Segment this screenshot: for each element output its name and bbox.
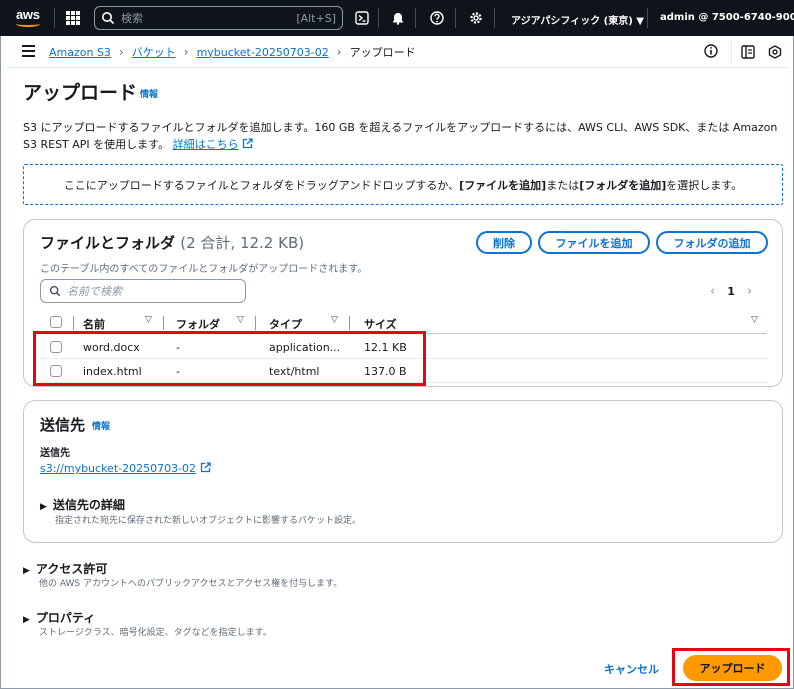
caret-right-icon: ▶ (23, 566, 30, 576)
search-placeholder: 検索 (121, 12, 143, 25)
permissions-toggle[interactable]: ▶ アクセス許可 (23, 560, 107, 577)
destination-path: s3://mybucket-20250703-02 (40, 462, 197, 475)
dropzone-text-before: ここにアップロードするファイルとフォルダをドラッグアンドドロップするか、 (63, 178, 460, 192)
nav-divider (54, 8, 55, 28)
cloudshell-icon[interactable] (353, 9, 371, 27)
region-selector[interactable]: アジアパシフィック (東京) ▼ (511, 12, 644, 27)
page-description: S3 にアップロードするファイルとフォルダを追加します。160 GB を超えるフ… (23, 119, 778, 153)
global-search-input[interactable]: 検索 [Alt+S] (94, 6, 343, 30)
info-circle-icon[interactable] (702, 42, 720, 60)
top-navigation: aws 検索 [Alt+S] アジアパシフィック (東京) ▼ admin @ … (0, 0, 794, 36)
sort-caret-icon[interactable]: ▽ (237, 315, 244, 325)
column-folder[interactable]: フォルダ (176, 316, 220, 332)
select-all-checkbox[interactable] (50, 316, 62, 328)
destination-info-link[interactable]: 情報 (92, 419, 110, 432)
file-drop-zone[interactable]: ここにアップロードするファイルとフォルダをドラッグアンドドロップするか、 [ファイ… (23, 164, 783, 205)
permissions-desc: 他の AWS アカウントへのパブリックアクセスとアクセス権を付与します。 (39, 579, 343, 589)
help-icon[interactable] (428, 9, 446, 27)
nav-divider (494, 8, 495, 28)
column-divider (163, 316, 164, 330)
cancel-button[interactable]: キャンセル (604, 661, 659, 677)
sort-caret-icon[interactable]: ▽ (751, 315, 758, 325)
settings-gear-icon[interactable] (467, 9, 485, 27)
remove-button[interactable]: 削除 (476, 231, 532, 254)
destination-path-link[interactable]: s3://mybucket-20250703-02 (40, 462, 211, 475)
aws-logo[interactable]: aws (12, 5, 46, 31)
destination-panel: 送信先 情報 送信先 s3://mybucket-20250703-02 ▶ 送信… (23, 400, 783, 543)
breadcrumb-buckets[interactable]: バケット (132, 44, 176, 60)
breadcrumb-bucket[interactable]: mybucket-20250703-02 (197, 46, 329, 59)
destination-details-title: 送信先の詳細 (52, 498, 125, 512)
name-filter-input[interactable]: 名前で検索 (40, 279, 246, 303)
properties-toggle[interactable]: ▶ プロパティ (23, 609, 95, 626)
description-text: S3 にアップロードするファイルとフォルダを追加します。160 GB を超えるフ… (23, 121, 778, 151)
aws-smile-icon (16, 21, 40, 27)
dropzone-middle: または (546, 178, 580, 192)
breadcrumb-current: アップロード (349, 46, 416, 59)
breadcrumb: Amazon S3 › バケット › mybucket-20250703-02 … (49, 44, 416, 60)
highlight-box-files (33, 331, 426, 386)
nav-divider (455, 8, 456, 28)
search-shortcut: [Alt+S] (296, 11, 336, 25)
account-menu[interactable]: admin @ 7500-6740-9009 ▼ (660, 12, 794, 23)
breadcrumb-amazon-s3[interactable]: Amazon S3 (49, 46, 111, 59)
sort-caret-icon[interactable]: ▽ (145, 315, 152, 325)
destination-details-desc: 指定された宛先に保存された新しいオブジェクトに影響するバケット設定。 (55, 516, 362, 526)
nav-divider (415, 8, 416, 28)
aws-logo-text: aws (16, 7, 40, 22)
files-title: ファイルとフォルダ (2 合計, 12.2 KB) (40, 232, 304, 253)
page-number[interactable]: 1 (727, 285, 735, 298)
caret-right-icon: ▶ (23, 615, 30, 625)
files-title-text: ファイルとフォルダ (40, 234, 176, 252)
external-link-icon (242, 138, 253, 149)
hexagon-settings-icon[interactable] (766, 43, 784, 61)
column-type[interactable]: タイプ (269, 316, 302, 332)
chevron-left-icon[interactable]: ‹ (710, 284, 715, 299)
title-info-link[interactable]: 情報 (140, 87, 158, 100)
pagination: ‹ 1 › (710, 284, 752, 299)
search-icon (49, 285, 61, 297)
files-count: (2 合計, 12.2 KB) (180, 234, 305, 252)
caret-right-icon: ▶ (40, 502, 47, 512)
column-divider (73, 316, 74, 330)
column-size[interactable]: サイズ (364, 316, 397, 332)
nav-divider (647, 8, 648, 28)
column-name[interactable]: 名前 (83, 316, 105, 332)
dropzone-add-files: [ファイルを追加] (459, 178, 547, 192)
add-files-button[interactable]: ファイルを追加 (538, 231, 650, 254)
files-subtitle: このテーブル内のすべてのファイルとフォルダがアップロードされます。 (40, 264, 368, 275)
filter-placeholder: 名前で検索 (67, 285, 122, 298)
destination-title: 送信先 (40, 416, 86, 434)
add-folder-button[interactable]: フォルダの追加 (656, 231, 768, 254)
dropzone-add-folder: [フォルダを追加] (579, 178, 667, 192)
column-divider (255, 316, 256, 330)
chevron-right-icon: › (183, 45, 189, 59)
nav-divider (378, 8, 379, 28)
permissions-title: アクセス許可 (35, 562, 108, 576)
chevron-right-icon: › (118, 45, 124, 59)
notifications-bell-icon[interactable] (389, 9, 407, 27)
page-title: アップロード (23, 82, 138, 104)
search-icon (102, 12, 115, 25)
chevron-right-icon: › (336, 45, 342, 59)
sort-caret-icon[interactable]: ▽ (331, 315, 338, 325)
properties-title: プロパティ (35, 611, 96, 625)
learn-more-link[interactable]: 詳細はこちら (173, 138, 239, 151)
dropzone-text-after: を選択します。 (666, 178, 743, 192)
services-grid-icon[interactable] (66, 11, 80, 25)
destination-details-toggle[interactable]: ▶ 送信先の詳細 (40, 496, 125, 513)
destination-label: 送信先 (40, 448, 70, 459)
external-link-icon (200, 462, 211, 473)
menu-hamburger-icon[interactable] (22, 45, 35, 57)
properties-desc: ストレージクラス、暗号化設定、タグなどを指定します。 (39, 628, 272, 638)
toolbar-divider (731, 40, 732, 64)
column-divider (349, 316, 350, 330)
panel-toggle-icon[interactable] (739, 43, 757, 61)
highlight-box-upload (672, 648, 790, 686)
chevron-right-icon[interactable]: › (747, 284, 752, 299)
